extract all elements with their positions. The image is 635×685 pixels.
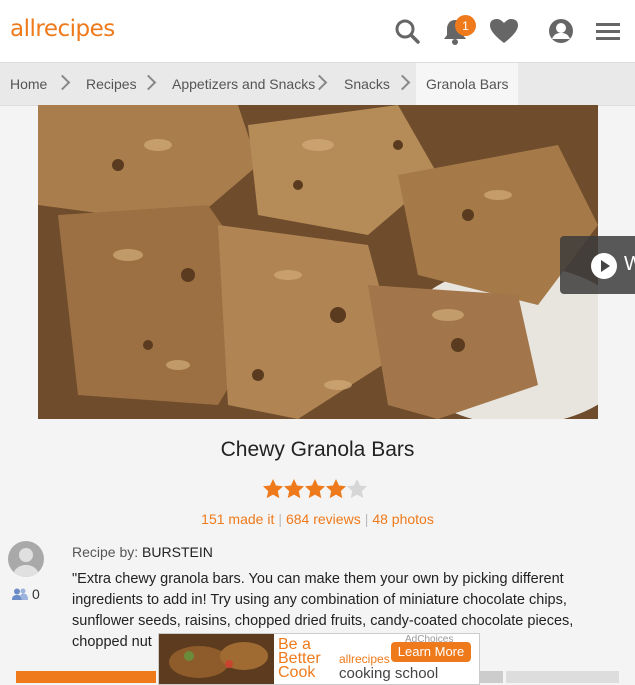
made-it-link[interactable]: 151 made it (201, 511, 274, 527)
ad-school: cooking school (339, 665, 439, 682)
star-icon (284, 479, 304, 499)
tab-indicator[interactable] (16, 671, 156, 683)
followers-icon (12, 588, 28, 600)
ad-brand: allrecipes (339, 652, 390, 666)
star-icon (263, 479, 283, 499)
followers-value: 0 (32, 586, 40, 602)
breadcrumb-current: Granola Bars (416, 63, 519, 105)
author-avatar[interactable] (8, 541, 44, 577)
advertisement[interactable]: Be a Better Cook allrecipes cooking scho… (158, 633, 480, 685)
breadcrumb: Home Recipes Appetizers and Snacks Snack… (0, 62, 635, 106)
breadcrumb-appetizers[interactable]: Appetizers and Snacks (172, 63, 315, 105)
chevron-right-icon (140, 74, 157, 91)
star-icon (305, 479, 325, 499)
followers-count: 0 (12, 586, 40, 602)
recipe-author: Recipe by: BURSTEIN (72, 544, 213, 560)
tab-placeholder (478, 671, 503, 683)
search-icon[interactable] (392, 16, 422, 46)
breadcrumb-snacks[interactable]: Snacks (344, 63, 390, 105)
play-icon (591, 253, 617, 279)
video-tab[interactable]: W (560, 236, 635, 294)
chevron-right-icon (54, 74, 71, 91)
ad-image (159, 634, 274, 684)
allrecipes-logo[interactable]: allrecipes (10, 16, 115, 42)
recipe-by-label: Recipe by: (72, 544, 139, 560)
author-name-link[interactable]: BURSTEIN (142, 544, 213, 560)
adchoices-link[interactable]: AdChoices (405, 634, 453, 645)
menu-icon[interactable] (593, 16, 623, 46)
user-icon[interactable] (546, 16, 576, 46)
video-tab-label: W (624, 253, 635, 275)
chevron-right-icon (394, 74, 411, 91)
heart-icon[interactable] (489, 16, 519, 46)
recipe-stats: 151 made it | 684 reviews | 48 photos (201, 511, 434, 527)
photos-link[interactable]: 48 photos (372, 511, 434, 527)
tab-placeholder (506, 671, 619, 683)
star-empty-icon (347, 479, 367, 499)
ad-learn-more-button[interactable]: Learn More (391, 642, 471, 662)
reviews-link[interactable]: 684 reviews (286, 511, 361, 527)
rating-stars[interactable] (262, 478, 370, 500)
breadcrumb-home[interactable]: Home (10, 63, 47, 105)
top-bar: allrecipes 1 (0, 0, 635, 62)
ad-text-line3: Cook (278, 664, 316, 681)
recipe-title: Chewy Granola Bars (220, 438, 415, 461)
recipe-photo[interactable] (38, 105, 598, 419)
breadcrumb-recipes[interactable]: Recipes (86, 63, 137, 105)
star-icon (326, 479, 346, 499)
notification-badge: 1 (455, 15, 476, 36)
